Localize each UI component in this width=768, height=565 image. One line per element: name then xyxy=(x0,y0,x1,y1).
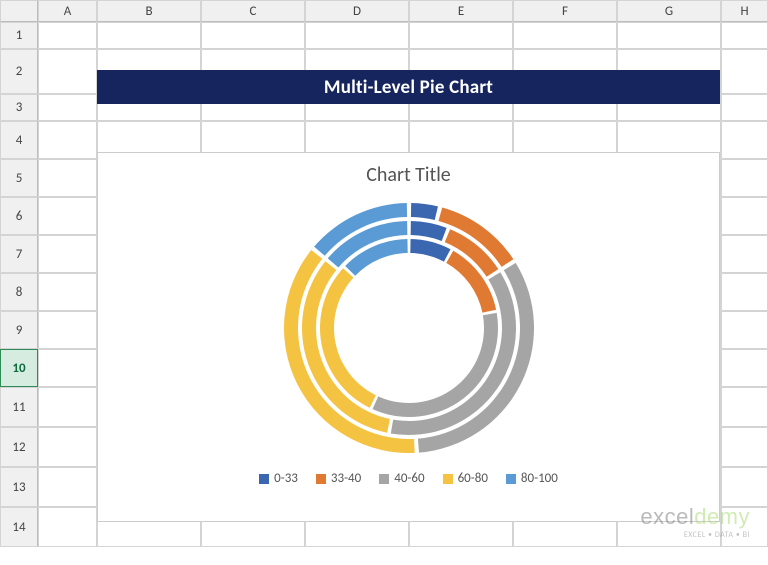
cell-a13[interactable] xyxy=(38,467,97,507)
cell-a7[interactable] xyxy=(38,235,97,273)
legend-swatch-0 xyxy=(259,474,269,484)
col-head-f[interactable]: F xyxy=(513,0,617,22)
row-head-2[interactable]: 2 xyxy=(0,49,38,94)
cell-h5[interactable] xyxy=(721,159,768,197)
chart-object[interactable]: Chart Title 0-33 33-40 40-60 60-80 80-10… xyxy=(97,152,720,522)
row-head-12[interactable]: 12 xyxy=(0,427,38,467)
legend-swatch-2 xyxy=(379,474,389,484)
cell-a8[interactable] xyxy=(38,273,97,311)
row-head-8[interactable]: 8 xyxy=(0,273,38,311)
cell-b1[interactable] xyxy=(97,22,201,49)
cell-a10[interactable] xyxy=(38,349,97,387)
legend-label-4: 80-100 xyxy=(521,471,558,486)
row-head-14[interactable]: 14 xyxy=(0,507,38,547)
row-head-11[interactable]: 11 xyxy=(0,387,38,427)
col-head-h[interactable]: H xyxy=(721,0,768,22)
ring1-slice-0-33[interactable] xyxy=(410,239,450,262)
legend-item-4[interactable]: 80-100 xyxy=(506,471,558,486)
col-head-e[interactable]: E xyxy=(409,0,513,22)
cell-f1[interactable] xyxy=(513,22,617,49)
cell-a4[interactable] xyxy=(38,121,97,159)
ring3-slice-0-33[interactable] xyxy=(410,203,437,220)
page-title: Multi-Level Pie Chart xyxy=(97,70,720,104)
chart-title[interactable]: Chart Title xyxy=(98,163,719,187)
row-head-5[interactable]: 5 xyxy=(0,159,38,197)
legend-item-0[interactable]: 0-33 xyxy=(259,471,298,486)
cell-h1[interactable] xyxy=(721,22,768,49)
cell-h10[interactable] xyxy=(721,349,768,387)
cell-h11[interactable] xyxy=(721,387,768,427)
cell-h2[interactable] xyxy=(721,49,768,94)
grid-corner[interactable] xyxy=(0,0,38,22)
col-head-b[interactable]: B xyxy=(97,0,201,22)
cell-a3[interactable] xyxy=(38,94,97,121)
cell-a5[interactable] xyxy=(38,159,97,197)
cell-h13[interactable] xyxy=(721,467,768,507)
cell-a12[interactable] xyxy=(38,427,97,467)
row-head-6[interactable]: 6 xyxy=(0,197,38,235)
cell-a6[interactable] xyxy=(38,197,97,235)
cell-a1[interactable] xyxy=(38,22,97,49)
cell-d1[interactable] xyxy=(305,22,409,49)
cell-h8[interactable] xyxy=(721,273,768,311)
ring2-slice-0-33[interactable] xyxy=(410,221,446,241)
cell-h7[interactable] xyxy=(721,235,768,273)
legend-swatch-1 xyxy=(316,474,326,484)
legend-label-2: 40-60 xyxy=(394,471,424,486)
legend-label-3: 60-80 xyxy=(458,471,488,486)
cell-c1[interactable] xyxy=(201,22,305,49)
col-head-c[interactable]: C xyxy=(201,0,305,22)
col-head-d[interactable]: D xyxy=(305,0,409,22)
cell-a2[interactable] xyxy=(38,49,97,94)
legend-swatch-4 xyxy=(506,474,516,484)
cell-h4[interactable] xyxy=(721,121,768,159)
doughnut-chart[interactable] xyxy=(259,193,559,463)
row-head-13[interactable]: 13 xyxy=(0,467,38,507)
chart-legend[interactable]: 0-33 33-40 40-60 60-80 80-100 xyxy=(98,471,719,486)
col-head-g[interactable]: G xyxy=(617,0,721,22)
cell-a9[interactable] xyxy=(38,311,97,349)
row-head-10[interactable]: 10 xyxy=(0,349,38,387)
legend-label-0: 0-33 xyxy=(274,471,298,486)
cell-h3[interactable] xyxy=(721,94,768,121)
row-head-7[interactable]: 7 xyxy=(0,235,38,273)
row-head-1[interactable]: 1 xyxy=(0,22,38,49)
legend-item-1[interactable]: 33-40 xyxy=(316,471,361,486)
cell-h6[interactable] xyxy=(721,197,768,235)
cell-h12[interactable] xyxy=(721,427,768,467)
cell-a11[interactable] xyxy=(38,387,97,427)
cell-e1[interactable] xyxy=(409,22,513,49)
legend-item-3[interactable]: 60-80 xyxy=(443,471,488,486)
row-head-4[interactable]: 4 xyxy=(0,121,38,159)
row-head-3[interactable]: 3 xyxy=(0,94,38,121)
legend-item-2[interactable]: 40-60 xyxy=(379,471,424,486)
cell-g1[interactable] xyxy=(617,22,721,49)
legend-swatch-3 xyxy=(443,474,453,484)
row-head-9[interactable]: 9 xyxy=(0,311,38,349)
legend-label-1: 33-40 xyxy=(331,471,361,486)
col-head-a[interactable]: A xyxy=(38,0,97,22)
cell-h9[interactable] xyxy=(721,311,768,349)
cell-h14[interactable] xyxy=(721,507,768,547)
cell-a14[interactable] xyxy=(38,507,97,547)
